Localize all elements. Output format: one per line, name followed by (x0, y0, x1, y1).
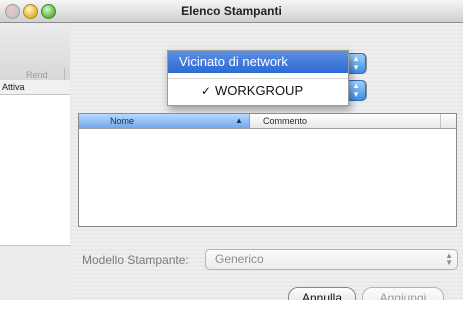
column-header-label: Commento (263, 116, 308, 126)
column-header-commento[interactable]: Commento (250, 114, 441, 128)
page: Rend Attiva Elenco Stampanti ▲ ▼ ▲ ▼ Vicin… (0, 0, 463, 313)
window-title: Elenco Stampanti (181, 4, 282, 18)
network-popup-menu: Vicinato di network ✓ WORKGROUP (167, 50, 349, 106)
menu-separator (168, 78, 348, 79)
column-header-nome[interactable]: Nome ▲ (79, 114, 250, 128)
printer-model-value: Generico (215, 252, 264, 266)
menu-item-vicinato-di-network[interactable]: Vicinato di network (168, 51, 348, 73)
table-header: Nome ▲ Commento (79, 114, 456, 129)
up-down-arrows-icon: ▲ ▼ (346, 53, 366, 74)
checkmark-icon: ✓ (201, 84, 212, 98)
page-bottom-margin (0, 300, 463, 313)
up-down-arrows-icon: ▲ ▼ (346, 80, 366, 101)
menu-item-workgroup[interactable]: ✓ WORKGROUP (168, 81, 348, 101)
title-bar[interactable]: Elenco Stampanti (0, 0, 463, 23)
printer-model-label: Modello Stampante: (82, 253, 189, 267)
printers-table[interactable]: Nome ▲ Commento (78, 113, 457, 227)
menu-item-label: WORKGROUP (215, 83, 304, 98)
printer-model-popup[interactable]: Generico ▲ ▼ (205, 249, 458, 270)
sort-ascending-icon: ▲ (235, 116, 243, 125)
up-down-arrows-icon: ▲ ▼ (445, 251, 453, 267)
column-header-label: Nome (110, 116, 135, 126)
column-header-corner (441, 114, 456, 128)
